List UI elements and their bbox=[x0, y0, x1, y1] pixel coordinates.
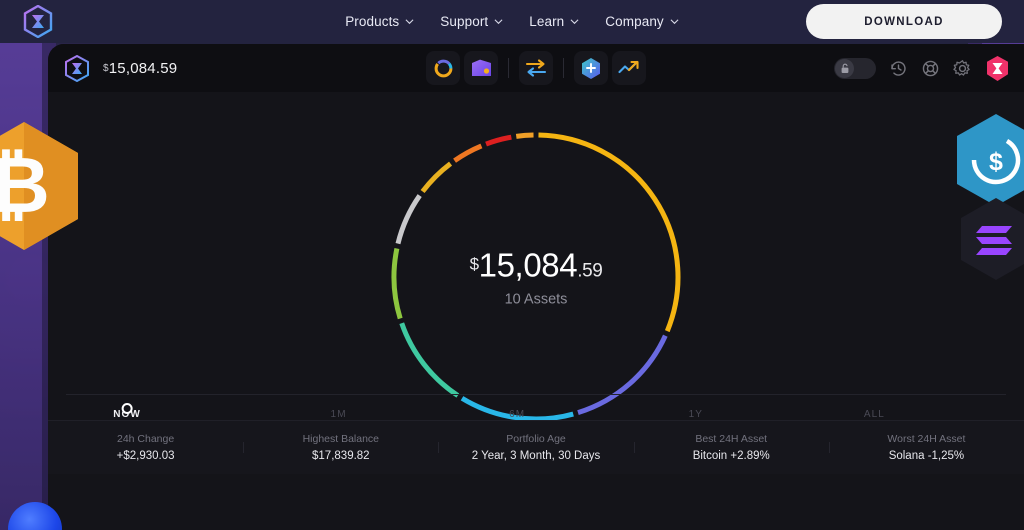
total-cents: .59 bbox=[577, 260, 603, 282]
range-label: 6M bbox=[509, 409, 526, 420]
nav-item-label: Learn bbox=[529, 14, 565, 29]
nav-item-products[interactable]: Products bbox=[345, 14, 414, 29]
site-header: Products Support Learn Company DOWNLOAD bbox=[0, 0, 1024, 43]
total-currency: $ bbox=[469, 254, 479, 274]
range-option-now[interactable]: NOW bbox=[113, 403, 141, 420]
svg-text:₿: ₿ bbox=[0, 141, 50, 229]
total-whole: 15,084 bbox=[478, 246, 578, 284]
range-label: 1Y bbox=[688, 409, 704, 420]
nav-item-label: Support bbox=[440, 14, 489, 29]
stat-best-24h-asset: Best 24H Asset Bitcoin +2.89% bbox=[633, 433, 829, 462]
stat-value: +$2,930.03 bbox=[116, 450, 175, 462]
donut-segment[interactable] bbox=[515, 132, 534, 139]
gear-icon[interactable] bbox=[953, 59, 972, 78]
stat-value: Solana -1,25% bbox=[888, 450, 965, 462]
donut-segment[interactable] bbox=[395, 194, 422, 245]
svg-text:$: $ bbox=[989, 148, 1003, 176]
nav-item-label: Products bbox=[345, 14, 400, 29]
app-header: $15,084.59 bbox=[48, 44, 1024, 97]
bitcoin-coin-icon: ₿ bbox=[0, 120, 82, 252]
nav-item-label: Company bbox=[605, 14, 664, 29]
stat-label: Portfolio Age bbox=[506, 433, 566, 445]
tab-divider bbox=[508, 58, 509, 78]
solana-coin-icon bbox=[958, 196, 1024, 282]
stat-label: 24h Change bbox=[116, 433, 175, 445]
stat-worst-24h-asset: Worst 24H Asset Solana -1,25% bbox=[828, 433, 1024, 462]
portfolio-donut-icon bbox=[434, 59, 452, 77]
lifebuoy-icon[interactable] bbox=[921, 59, 940, 78]
stat-highest-balance: Highest Balance $17,839.82 bbox=[243, 433, 438, 462]
tab-divider bbox=[563, 58, 564, 78]
donut-center-labels: $15,084.59 10 Assets bbox=[385, 247, 687, 308]
chevron-down-icon bbox=[405, 19, 414, 25]
nav-item-learn[interactable]: Learn bbox=[529, 14, 579, 29]
tab-portfolio[interactable] bbox=[426, 51, 460, 97]
history-clock-icon[interactable] bbox=[889, 59, 908, 78]
stat-24h-change: 24h Change +$2,930.03 bbox=[48, 433, 243, 462]
usdc-coin-icon: $ bbox=[954, 112, 1024, 208]
nav-item-company[interactable]: Company bbox=[605, 14, 679, 29]
portfolio-total: $15,084.59 bbox=[385, 247, 687, 285]
range-option-1y[interactable]: 1Y bbox=[689, 409, 703, 420]
exchange-arrows-icon bbox=[525, 59, 547, 77]
tab-trends[interactable] bbox=[612, 51, 646, 85]
range-option-all[interactable]: ALL bbox=[864, 409, 885, 420]
chevron-down-icon bbox=[670, 19, 679, 25]
wallet-icon bbox=[471, 59, 491, 76]
tab-wallet[interactable] bbox=[464, 51, 498, 85]
now-dot-marker bbox=[121, 403, 133, 414]
asset-count-label: 10 Assets bbox=[504, 291, 568, 308]
portfolio-stats-bar: 24h Change +$2,930.03 Highest Balance $1… bbox=[48, 420, 1024, 474]
lock-icon bbox=[835, 58, 854, 78]
app-action-bar bbox=[834, 55, 1010, 82]
range-label: 1M bbox=[330, 409, 347, 420]
donut-segment[interactable] bbox=[485, 134, 512, 147]
download-button[interactable]: DOWNLOAD bbox=[806, 4, 1002, 39]
lock-toggle[interactable] bbox=[834, 57, 876, 79]
stat-value: 2 Year, 3 Month, 30 Days bbox=[471, 450, 601, 462]
stat-label: Highest Balance bbox=[302, 433, 380, 445]
stat-value: Bitcoin +2.89% bbox=[692, 450, 770, 462]
donut-segment[interactable] bbox=[399, 322, 460, 398]
portfolio-body: $15,084.59 10 Assets NOW 1M 6M 1Y ALL 24… bbox=[48, 92, 1024, 474]
hexagon-plus-icon bbox=[582, 57, 600, 79]
stat-label: Best 24H Asset bbox=[695, 433, 768, 445]
chevron-down-icon bbox=[494, 19, 503, 25]
nav-item-support[interactable]: Support bbox=[440, 14, 503, 29]
stat-portfolio-age: Portfolio Age 2 Year, 3 Month, 30 Days bbox=[438, 433, 633, 462]
range-option-1m[interactable]: 1M bbox=[331, 409, 347, 420]
range-label: ALL bbox=[863, 409, 885, 420]
stat-value: $17,839.82 bbox=[312, 450, 370, 462]
trending-up-icon bbox=[618, 60, 639, 74]
stat-label: Worst 24H Asset bbox=[887, 433, 966, 445]
exodus-avatar-icon[interactable] bbox=[985, 55, 1010, 82]
range-option-6m[interactable]: 6M bbox=[509, 409, 525, 420]
portfolio-donut-chart[interactable]: $15,084.59 10 Assets bbox=[385, 126, 687, 428]
tab-exchange[interactable] bbox=[519, 51, 553, 85]
exodus-app-window: $15,084.59 $15,084.59 10 Assets NOW 1M 6… bbox=[48, 44, 1024, 530]
donut-segment[interactable] bbox=[453, 143, 483, 163]
chevron-down-icon bbox=[570, 19, 579, 25]
tab-buy[interactable] bbox=[574, 51, 608, 85]
donut-segment[interactable] bbox=[420, 161, 453, 194]
